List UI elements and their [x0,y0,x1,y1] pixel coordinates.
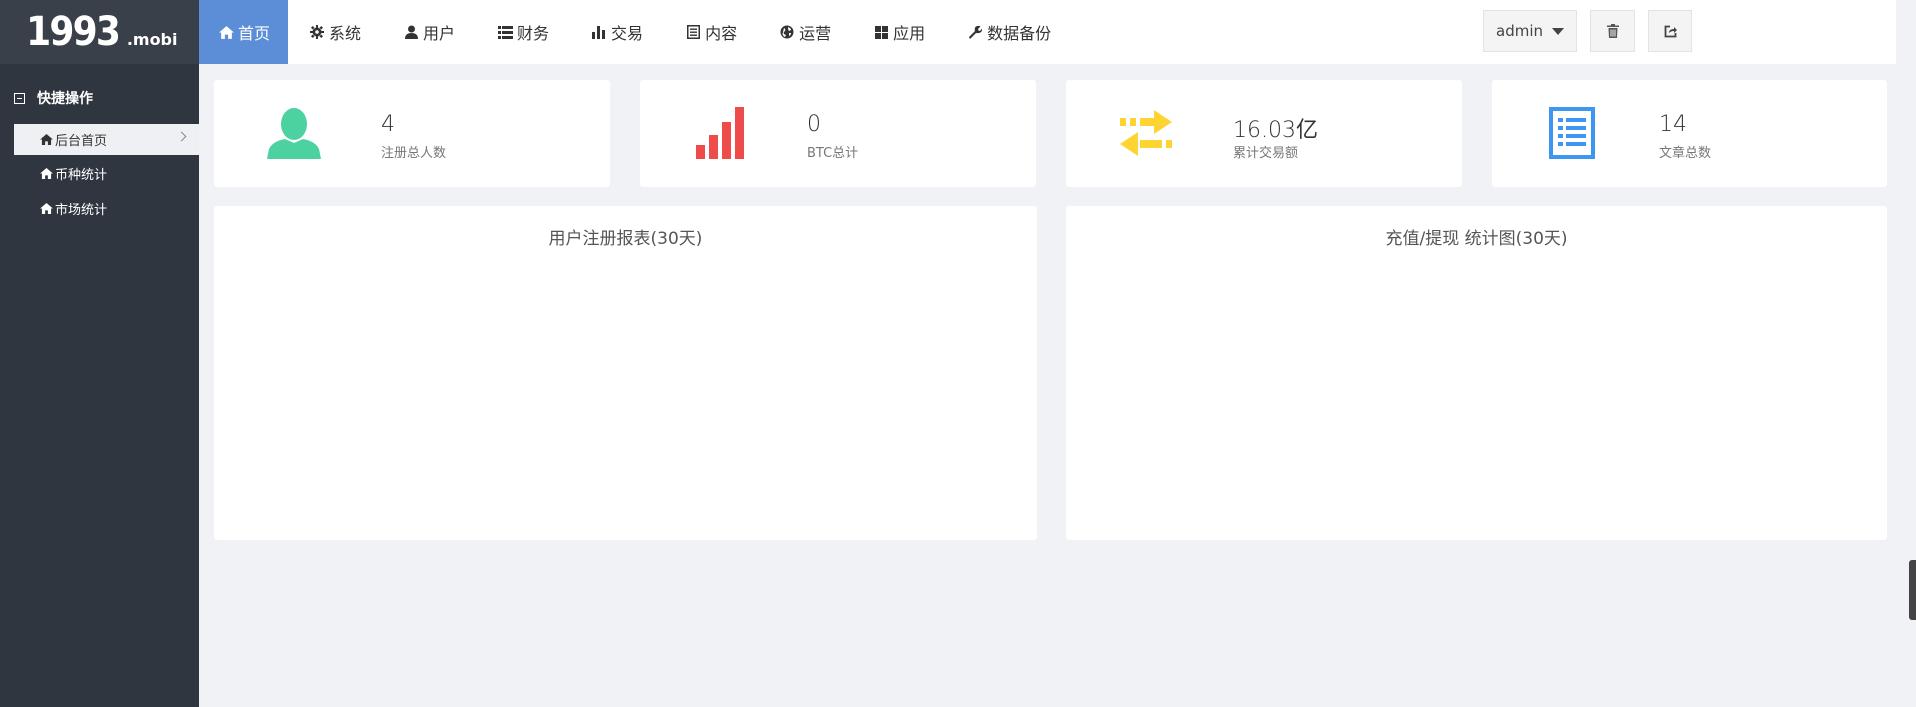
sidebar-item-label: 后台首页 [55,134,108,149]
stat-label: 注册总人数 [381,146,447,161]
stat-label: 累计交易额 [1233,146,1299,161]
nav-label: 应用 [893,24,926,43]
logout-button[interactable] [1648,10,1692,52]
nav-content[interactable]: 内容 [664,0,758,64]
nav-label: 内容 [705,24,738,43]
trash-icon [1606,24,1619,38]
home-icon [40,168,53,179]
stat-value: 14 [1659,112,1687,137]
nav-label: 首页 [238,24,271,43]
logout-icon [1664,25,1677,37]
stat-card-volume: 16.03亿 累计交易额 [1066,80,1462,187]
side-tab-handle[interactable] [1909,560,1916,620]
bar-chart-icon [591,24,607,40]
nav-label: 数据备份 [987,24,1052,43]
logo-suffix: .mobi [126,29,178,49]
stat-label: 文章总数 [1659,146,1712,161]
sidebar-item-dashboard[interactable]: 后台首页 [14,124,199,155]
nav-label: 用户 [423,24,456,43]
globe-icon [779,24,795,40]
user-icon [403,24,419,40]
panel-title: 充值/提现 统计图(30天) [1385,229,1568,249]
list-icon [497,24,513,40]
clear-cache-button[interactable] [1590,10,1635,52]
list-document-icon [1544,105,1600,161]
sidebar: 1993 .mobi 快捷操作 后台首页 币种统计 市场统计 [0,0,199,707]
stat-label: BTC总计 [807,146,859,161]
grid-icon [873,24,889,40]
username: admin [1496,22,1543,40]
logo[interactable]: 1993 .mobi [0,0,199,64]
nav-label: 交易 [611,24,644,43]
nav-label: 系统 [329,24,362,43]
logo-main: 1993 [26,9,122,55]
caret-down-icon [1552,27,1564,35]
stat-card-users: 4 注册总人数 [214,80,610,187]
gear-icon [309,24,325,40]
nav-users[interactable]: 用户 [382,0,476,64]
nav-home[interactable]: 首页 [199,0,288,64]
sidebar-item-label: 币种统计 [55,168,108,183]
stat-card-articles: 14 文章总数 [1492,80,1887,187]
deposit-withdraw-chart-panel: 充值/提现 统计图(30天) [1066,206,1887,540]
user-menu-button[interactable]: admin [1483,10,1577,52]
nav-label: 运营 [799,24,832,43]
chevron-right-icon [176,131,187,142]
stat-card-btc: 0 BTC总计 [640,80,1036,187]
nav-trade[interactable]: 交易 [570,0,664,64]
quick-actions-label: 快捷操作 [37,91,93,107]
home-icon [40,134,53,145]
nav-backup[interactable]: 数据备份 [946,0,1072,64]
signal-bars-icon [692,105,748,161]
home-icon [218,24,234,40]
user-registration-chart-panel: 用户注册报表(30天) [214,206,1037,540]
transfer-arrows-icon [1118,105,1174,161]
nav-apps[interactable]: 应用 [852,0,946,64]
sidebar-item-coin-stats[interactable]: 币种统计 [14,158,199,189]
stat-value: 4 [381,112,395,137]
home-icon [40,203,53,214]
nav-system[interactable]: 系统 [288,0,382,64]
wrench-icon [967,24,983,40]
quick-actions-title[interactable]: 快捷操作 [14,88,93,108]
stat-value: 16.03亿 [1233,118,1318,143]
user-silhouette-icon [266,105,322,161]
sidebar-item-market-stats[interactable]: 市场统计 [14,193,199,224]
sidebar-item-label: 市场统计 [55,203,108,218]
top-navbar: 首页 系统 用户 财务 交易 内容 运营 应用 数据备份 [199,0,1896,64]
nav-operations[interactable]: 运营 [758,0,852,64]
collapse-icon [14,92,25,104]
nav-label: 财务 [517,24,550,43]
document-icon [685,24,701,40]
nav-finance[interactable]: 财务 [476,0,570,64]
panel-title: 用户注册报表(30天) [548,229,703,249]
stat-value: 0 [807,112,821,137]
